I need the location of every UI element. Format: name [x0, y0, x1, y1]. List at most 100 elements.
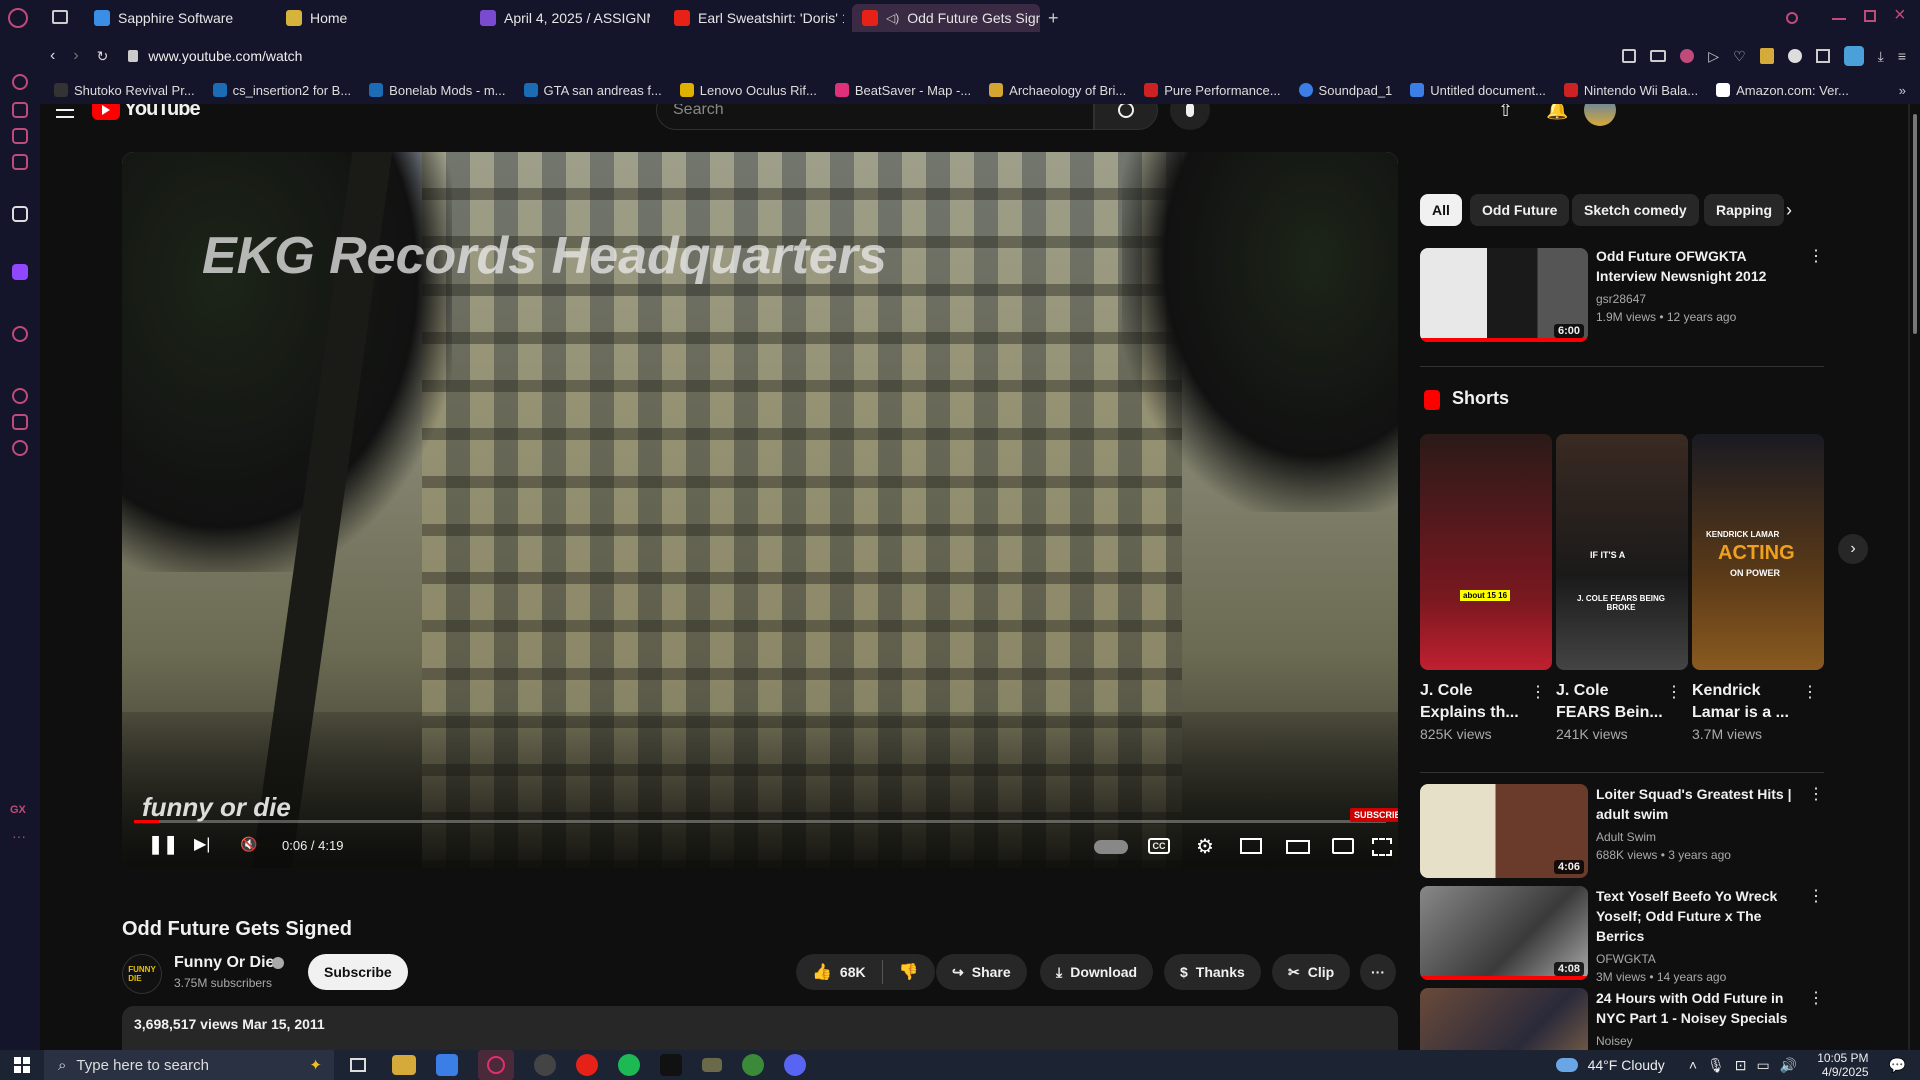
box-icon[interactable] — [1815, 49, 1830, 63]
short-menu-icon[interactable]: ⋮ — [1802, 682, 1818, 702]
short-item[interactable]: Kendrick Lamar is a ... 3.7M views — [1692, 680, 1802, 742]
volume-tray-icon[interactable]: 🔊 — [1780, 1057, 1797, 1074]
notifications-bell-icon[interactable]: 🔔 — [1546, 104, 1568, 121]
rec-thumbnail[interactable] — [1420, 988, 1588, 1050]
forward-icon[interactable]: › — [73, 47, 78, 65]
pause-button[interactable]: ❚❚ — [148, 834, 178, 855]
edit-icon[interactable] — [1622, 49, 1637, 63]
maximize-icon[interactable] — [1864, 10, 1876, 22]
short-thumbnail[interactable]: about 15 16 — [1420, 434, 1552, 670]
heart-icon[interactable]: ♡ — [1733, 48, 1746, 65]
bookmark-item[interactable]: Untitled document... — [1410, 83, 1546, 98]
share-button[interactable]: ↪ Share — [936, 954, 1027, 990]
bookmark-item[interactable]: Pure Performance... — [1144, 83, 1281, 98]
search-input[interactable]: Search — [656, 104, 1094, 130]
profile-extension-icon[interactable] — [1843, 46, 1864, 66]
more-icon[interactable]: ··· — [12, 828, 26, 844]
video-player[interactable]: EKG Records Headquarters funny or die ❚❚… — [122, 152, 1398, 868]
rec-thumbnail[interactable]: 4:08 — [1420, 886, 1588, 980]
autoplay-toggle[interactable] — [1094, 840, 1128, 854]
download-icon[interactable]: ⤓ — [1878, 48, 1884, 65]
search-button[interactable] — [1094, 104, 1158, 130]
bookmark-item[interactable]: Soundpad_1 — [1298, 83, 1392, 98]
gx-icon[interactable]: GX — [10, 804, 26, 816]
channel-name[interactable]: Funny Or Die — [174, 954, 274, 972]
back-icon[interactable]: ‹ — [50, 47, 55, 65]
extension-icon[interactable] — [1759, 48, 1774, 64]
rec-thumbnail[interactable]: 6:00 — [1420, 248, 1588, 342]
network-icon[interactable]: ▭ — [1757, 1057, 1770, 1074]
more-actions-button[interactable]: ··· — [1360, 954, 1396, 990]
short-menu-icon[interactable]: ⋮ — [1666, 682, 1682, 702]
short-thumbnail[interactable]: KENDRICK LAMAR ACTING ON POWER — [1692, 434, 1824, 670]
ai-icon[interactable] — [12, 102, 28, 118]
scrollbar-thumb[interactable] — [1913, 114, 1917, 334]
start-button[interactable] — [0, 1050, 44, 1080]
captions-button[interactable]: CC — [1148, 838, 1170, 854]
clip-button[interactable]: ✂ Clip — [1272, 954, 1351, 990]
rec-menu-icon[interactable]: ⋮ — [1808, 784, 1824, 804]
page-scrollbar[interactable] — [1910, 104, 1920, 1050]
mic-tray-icon[interactable]: 🎙 — [1707, 1057, 1725, 1074]
call-of-duty-icon[interactable] — [660, 1054, 682, 1076]
player-icon[interactable] — [12, 326, 28, 342]
bookmark-item[interactable]: Nintendo Wii Bala... — [1563, 83, 1698, 98]
short-menu-icon[interactable]: ⋮ — [1530, 682, 1546, 702]
search-tabs-icon[interactable] — [1786, 12, 1798, 24]
rec-menu-icon[interactable]: ⋮ — [1808, 246, 1824, 266]
bookmark-item[interactable]: Shutoko Revival Pr... — [54, 83, 195, 98]
upload-icon[interactable]: ⇧ — [1498, 104, 1513, 121]
store-icon[interactable] — [436, 1054, 458, 1076]
mail-icon[interactable] — [12, 154, 28, 170]
bookmark-item[interactable]: BeatSaver - Map -... — [834, 83, 971, 98]
game-icon[interactable] — [702, 1058, 722, 1072]
short-thumbnail[interactable]: IF IT'S A J. COLE FEARS BEING BROKE — [1556, 434, 1688, 670]
play-icon[interactable]: ▷ — [1708, 48, 1719, 65]
new-tab-icon[interactable]: + — [1048, 9, 1064, 27]
notifications-icon[interactable]: 💬 — [1889, 1057, 1906, 1074]
volume-button[interactable]: 🔇 — [240, 836, 257, 853]
avatar[interactable] — [1584, 104, 1616, 126]
discord-icon[interactable] — [784, 1054, 806, 1076]
clock-icon[interactable] — [12, 388, 28, 404]
rec-item[interactable]: Odd Future OFWGKTA Interview Newsnight 2… — [1596, 246, 1786, 326]
bookmark-item[interactable]: Archaeology of Bri... — [989, 83, 1126, 98]
theater-mode-button[interactable] — [1286, 840, 1310, 854]
bookmark-item[interactable]: cs_insertion2 for B... — [212, 83, 351, 98]
youtube-taskbar-icon[interactable] — [576, 1054, 598, 1076]
opera-gx-taskbar-icon[interactable] — [478, 1050, 514, 1080]
file-explorer-icon[interactable] — [392, 1055, 416, 1075]
bookmark-item[interactable]: Amazon.com: Ver... — [1716, 83, 1849, 98]
tab-earl-sweatshirt[interactable]: Earl Sweatshirt: 'Doris' 10 — [664, 4, 844, 32]
extension-s-icon[interactable] — [1787, 49, 1802, 63]
tray-app-icon[interactable]: ⊡ — [1735, 1057, 1747, 1074]
chip-all[interactable]: All — [1420, 194, 1462, 226]
task-view-icon[interactable] — [344, 1051, 372, 1079]
subscribe-watermark-badge[interactable]: SUBSCRIBE — [1350, 808, 1398, 822]
rec-item[interactable]: 24 Hours with Odd Future in NYC Part 1 -… — [1596, 988, 1806, 1050]
voice-search-button[interactable] — [1170, 104, 1210, 130]
chip-sketch-comedy[interactable]: Sketch comedy — [1572, 194, 1699, 226]
rec-menu-icon[interactable]: ⋮ — [1808, 988, 1824, 1008]
twitch-icon[interactable] — [12, 264, 28, 280]
short-item[interactable]: J. Cole Explains th... 825K views — [1420, 680, 1530, 742]
tab-overview-icon[interactable] — [52, 10, 68, 24]
bookmark-item[interactable]: GTA san andreas f... — [523, 83, 662, 98]
tab-assignment[interactable]: April 4, 2025 / ASSIGNME — [470, 4, 650, 32]
weather-text[interactable]: 44°F Cloudy — [1588, 1057, 1665, 1073]
opera-logo-icon[interactable] — [8, 8, 28, 28]
tab-home[interactable]: Home — [276, 4, 456, 32]
short-item[interactable]: J. Cole FEARS Bein... 241K views — [1556, 680, 1666, 742]
chip-odd-future[interactable]: Odd Future — [1470, 194, 1570, 226]
spotify-icon[interactable] — [618, 1054, 640, 1076]
shorts-next-icon[interactable]: › — [1838, 534, 1868, 564]
settings-icon[interactable] — [12, 440, 28, 456]
reload-icon[interactable]: ↻ — [97, 48, 109, 65]
more-bookmarks-icon[interactable]: » — [1899, 83, 1906, 98]
minimize-icon[interactable] — [1832, 18, 1846, 20]
thumbs-down-icon[interactable]: 👎 — [899, 962, 919, 982]
rec-item[interactable]: Text Yoself Beefo Yo Wreck Yoself; Odd F… — [1596, 886, 1806, 986]
like-button[interactable]: 👍 68K 👎 — [796, 954, 935, 990]
miniplayer-button[interactable] — [1240, 838, 1262, 854]
url-field[interactable]: www.youtube.com/watch — [148, 48, 302, 64]
